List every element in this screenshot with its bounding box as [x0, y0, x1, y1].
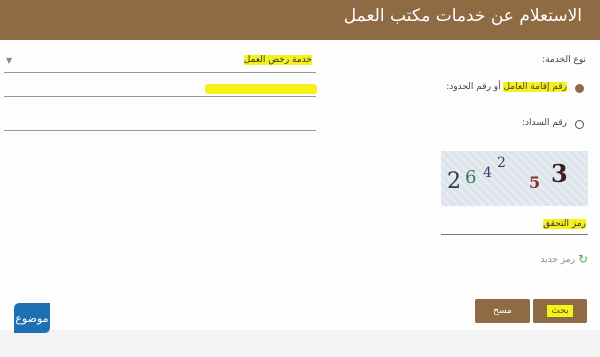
captcha-char: 5 [529, 173, 541, 192]
radio-label-highlight: رقم إقامة العامل [503, 82, 567, 92]
service-type-select[interactable]: خدمة رخص العمل ▼ [4, 52, 316, 73]
bottom-strip [0, 330, 600, 357]
refresh-icon: ↻ [577, 252, 588, 266]
id-number-input[interactable] [4, 96, 316, 97]
captcha-char: 6 [465, 167, 477, 188]
logo-text: موضوع [15, 312, 48, 325]
radio-label-rest: أو رقم الحدود: [446, 82, 504, 92]
page-title: الاستعلام عن خدمات مكتب العمل [343, 6, 582, 26]
clear-button-label: مسح [493, 306, 512, 316]
service-select-value: خدمة رخص العمل [243, 55, 312, 65]
captcha-placeholder: رمز التحقق [543, 219, 586, 229]
header-bar: الاستعلام عن خدمات مكتب العمل [0, 0, 600, 40]
captcha-char: 4 [483, 165, 492, 181]
radio-resident-id[interactable] [575, 84, 584, 93]
site-logo: موضوع [14, 303, 50, 333]
clear-button[interactable]: مسح [475, 299, 530, 323]
captcha-char: 2 [497, 155, 506, 171]
refresh-label: رمز جديد [540, 255, 575, 265]
refresh-captcha-button[interactable]: ↻رمز جديد [540, 252, 588, 266]
radio-payment-number-label: رقم السداد: [521, 118, 567, 128]
captcha-char: 3 [551, 159, 568, 188]
captcha-input[interactable]: رمز التحقق [441, 218, 588, 235]
search-button-label: بحث [547, 305, 573, 317]
highlight-mark [205, 84, 317, 94]
service-type-label: نوع الخدمة: [542, 55, 586, 65]
radio-resident-id-label: رقم إقامة العامل أو رقم الحدود: [446, 82, 567, 92]
radio-payment-number[interactable] [575, 120, 584, 129]
search-button[interactable]: بحث [533, 299, 587, 323]
secondary-input[interactable] [4, 130, 316, 131]
captcha-char: 2 [447, 169, 461, 194]
captcha-image: 2 6 4 2 5 3 [441, 151, 588, 206]
chevron-down-icon: ▼ [6, 56, 13, 65]
